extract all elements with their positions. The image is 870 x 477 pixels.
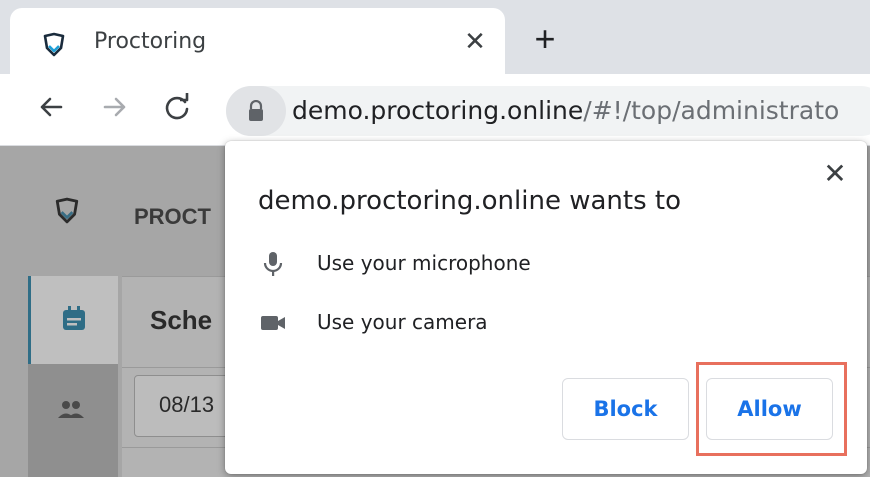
tab-strip: Proctoring ✕ + xyxy=(0,0,870,74)
microphone-icon xyxy=(263,252,283,276)
site-info-button[interactable] xyxy=(226,86,286,136)
camera-icon xyxy=(261,316,285,330)
back-arrow-icon[interactable] xyxy=(34,90,68,124)
page-brand: PROCT xyxy=(134,204,211,229)
date-value: 08/13 xyxy=(159,392,215,417)
permission-label: Use your microphone xyxy=(317,251,531,275)
url-text: demo.proctoring.online/#!/top/administra… xyxy=(292,96,839,125)
allow-highlight-box xyxy=(696,362,847,456)
new-tab-button[interactable]: + xyxy=(527,21,563,58)
permission-microphone: Use your microphone xyxy=(258,249,658,279)
browser-toolbar: demo.proctoring.online/#!/top/administra… xyxy=(0,74,870,146)
permission-label: Use your camera xyxy=(317,310,488,334)
shield-logo-icon xyxy=(43,32,65,57)
users-icon[interactable] xyxy=(56,394,86,424)
shield-logo-icon xyxy=(55,197,79,224)
sidebar-item-schedule[interactable] xyxy=(28,276,118,364)
tab-close-icon[interactable]: ✕ xyxy=(462,28,488,54)
sidebar xyxy=(28,276,118,477)
url-path: /#!/top/administrato xyxy=(583,96,840,125)
dialog-title: demo.proctoring.online wants to xyxy=(258,186,681,216)
section-title: Sche xyxy=(150,305,213,335)
calendar-icon xyxy=(63,306,85,330)
address-bar[interactable]: demo.proctoring.online/#!/top/administra… xyxy=(226,86,870,136)
tab-proctoring[interactable]: Proctoring ✕ xyxy=(10,8,505,74)
forward-arrow-icon[interactable] xyxy=(98,90,132,124)
permission-camera: Use your camera xyxy=(258,308,658,338)
dialog-close-icon[interactable]: ✕ xyxy=(822,160,848,188)
tab-title: Proctoring xyxy=(94,29,207,54)
lock-icon xyxy=(249,100,263,121)
url-host: demo.proctoring.online xyxy=(292,96,584,125)
reload-icon[interactable] xyxy=(160,90,194,124)
block-button[interactable]: Block xyxy=(562,378,689,440)
